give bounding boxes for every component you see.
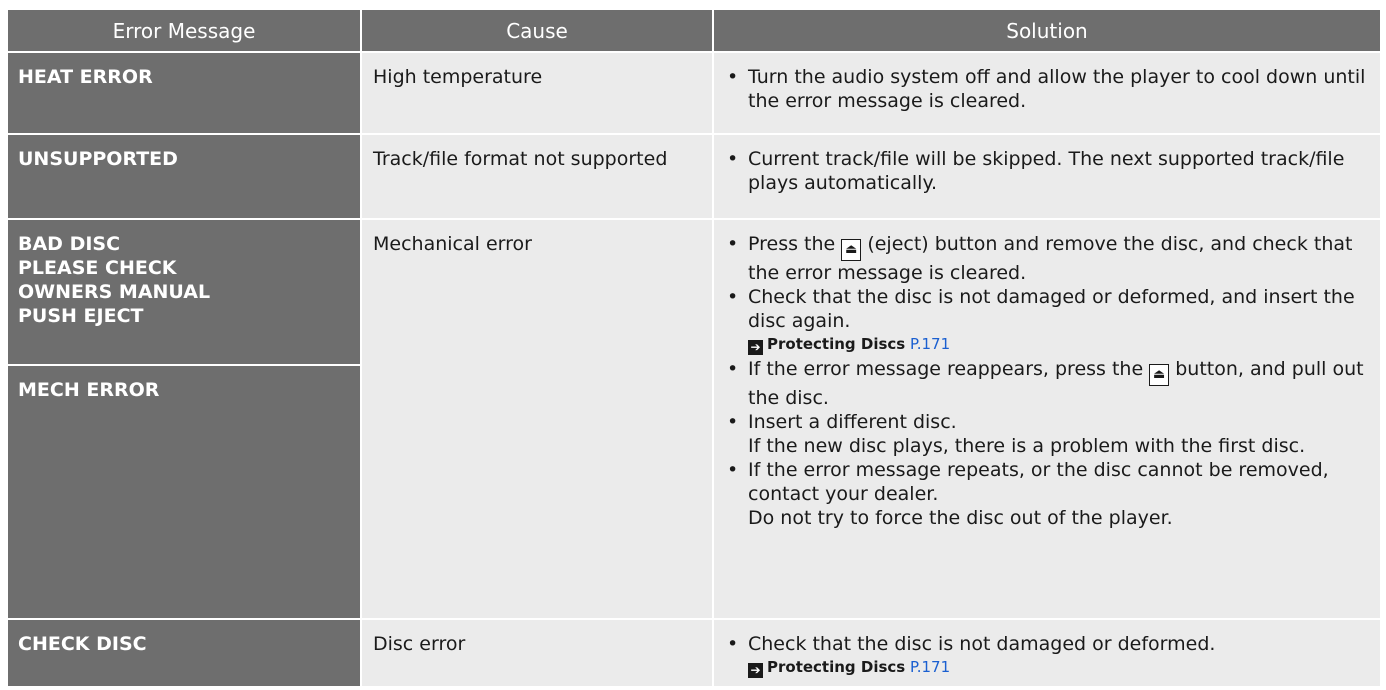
reference-page-link[interactable]: P.171 xyxy=(910,335,950,353)
reference-title: Protecting Discs xyxy=(767,335,906,353)
bullet-icon: • xyxy=(727,358,739,380)
solution-continuation: Do not try to force the disc out of the … xyxy=(748,507,1173,529)
error-cell: CHECK DISC xyxy=(8,620,360,686)
solution-bullet: • Check that the disc is not damaged or … xyxy=(727,285,1372,333)
solution-bullet: • Insert a different disc. xyxy=(727,410,1372,434)
solution-text: If the error message repeats, or the dis… xyxy=(748,459,1329,505)
solution-continuation: If the new disc plays, there is a proble… xyxy=(748,435,1306,457)
bullet-icon: • xyxy=(727,66,739,88)
bullet-icon: • xyxy=(727,233,739,255)
error-cell: UNSUPPORTED xyxy=(8,135,360,218)
solution-bullet: • Press the ⏏ (eject) button and remove … xyxy=(727,232,1372,285)
solution-text: If the error message reappears, press th… xyxy=(748,358,1144,380)
cross-reference[interactable]: ➔ Protecting Discs P.171 xyxy=(727,656,1372,678)
bullet-icon: • xyxy=(727,148,739,170)
solution-text: Insert a different disc. xyxy=(748,411,957,433)
solution-cell: • Press the ⏏ (eject) button and remove … xyxy=(714,220,1380,618)
cause-cell: Mechanical error xyxy=(362,220,712,618)
solution-text: Check that the disc is not damaged or de… xyxy=(748,286,1355,332)
reference-title: Protecting Discs xyxy=(767,658,906,676)
arrow-right-icon: ➔ xyxy=(748,340,763,355)
solution-bullet: • Current track/file will be skipped. Th… xyxy=(727,147,1372,195)
error-message-line: CHECK DISC xyxy=(18,633,147,655)
error-message-line: PLEASE CHECK xyxy=(18,257,177,279)
eject-button-icon: ⏏ xyxy=(1149,364,1170,386)
header-solution: Solution xyxy=(714,10,1380,51)
solution-cell: • Current track/file will be skipped. Th… xyxy=(714,135,1380,218)
bullet-icon: • xyxy=(727,411,739,433)
bullet-icon: • xyxy=(727,633,739,655)
solution-cell: • Turn the audio system off and allow th… xyxy=(714,53,1380,133)
solution-cell: • Check that the disc is not damaged or … xyxy=(714,620,1380,686)
error-cell: HEAT ERROR xyxy=(8,53,360,133)
solution-bullet: • Turn the audio system off and allow th… xyxy=(727,65,1372,113)
cause-cell: Disc error xyxy=(362,620,712,686)
solution-text: Press the xyxy=(748,233,836,255)
error-cell: BAD DISC PLEASE CHECK OWNERS MANUAL PUSH… xyxy=(8,220,360,364)
eject-button-icon: ⏏ xyxy=(841,239,862,261)
header-error-message: Error Message xyxy=(8,10,360,51)
solution-bullet: • Check that the disc is not damaged or … xyxy=(727,632,1372,656)
solution-bullet: • If the error message reappears, press … xyxy=(727,357,1372,410)
solution-text: Current track/file will be skipped. The … xyxy=(748,148,1345,194)
error-message-line: HEAT ERROR xyxy=(18,66,153,88)
error-message-line: BAD DISC xyxy=(18,233,121,255)
cause-cell: Track/file format not supported xyxy=(362,135,712,218)
cause-cell: High temperature xyxy=(362,53,712,133)
error-message-line: MECH ERROR xyxy=(18,379,160,401)
solution-text: Turn the audio system off and allow the … xyxy=(748,66,1366,112)
solution-text: (eject) button and remove the disc, and … xyxy=(748,233,1353,284)
bullet-icon: • xyxy=(727,459,739,481)
cross-reference[interactable]: ➔ Protecting Discs P.171 xyxy=(727,333,1372,355)
solution-bullet: • If the error message repeats, or the d… xyxy=(727,458,1372,506)
bullet-icon: • xyxy=(727,286,739,308)
header-cause: Cause xyxy=(362,10,712,51)
reference-page-link[interactable]: P.171 xyxy=(910,658,950,676)
error-message-line: PUSH EJECT xyxy=(18,305,144,327)
error-message-table: Error Message Cause Solution HEAT ERROR … xyxy=(8,10,1380,686)
arrow-right-icon: ➔ xyxy=(748,663,763,678)
error-message-line: OWNERS MANUAL xyxy=(18,281,211,303)
solution-text: Check that the disc is not damaged or de… xyxy=(748,633,1216,655)
error-message-line: UNSUPPORTED xyxy=(18,148,178,170)
error-cell: MECH ERROR xyxy=(8,366,360,618)
